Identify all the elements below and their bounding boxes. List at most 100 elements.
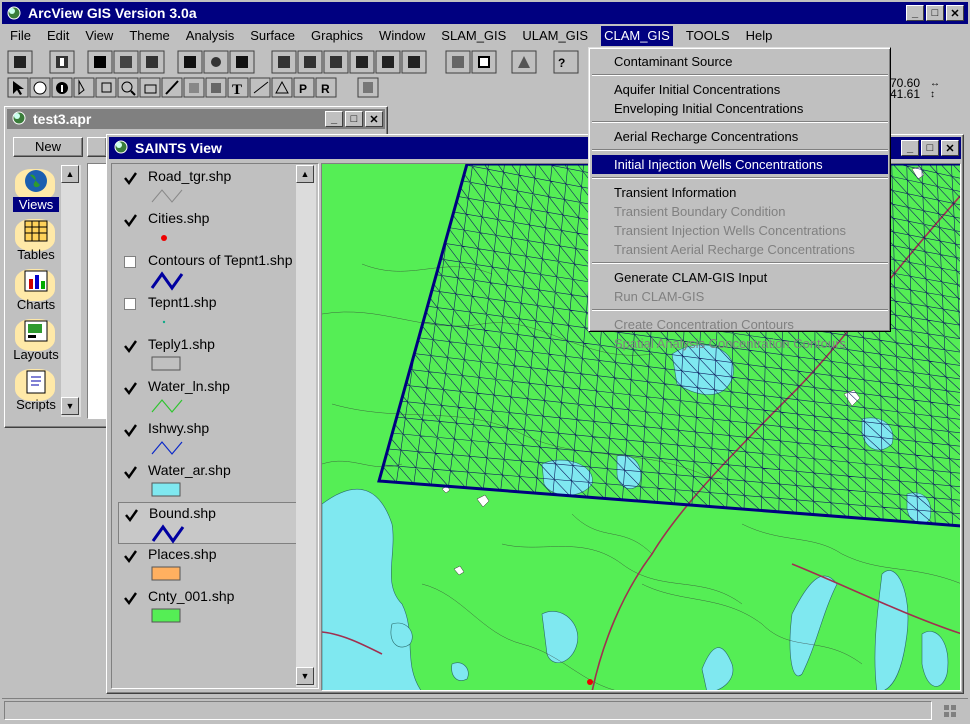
theme-name: Cnty_001.shp xyxy=(148,588,235,604)
theme-row[interactable]: Water_ln.shp xyxy=(118,376,300,418)
menu-ulam-gis[interactable]: ULAM_GIS xyxy=(519,26,591,46)
project-maximize-button[interactable]: □ xyxy=(345,111,363,127)
theme-name: Water_ar.shp xyxy=(148,462,231,478)
theme-name: Road_tgr.shp xyxy=(148,168,232,184)
theme-row[interactable]: Ishwy.shp xyxy=(118,418,300,460)
menu-slam-gis[interactable]: SLAM_GIS xyxy=(438,26,509,46)
theme-symbol-icon xyxy=(150,480,190,503)
theme-visibility-checkbox[interactable] xyxy=(125,509,138,523)
menu-item-transient-injection-wells-concentrations[interactable]: Transient Injection Wells Concentrations xyxy=(592,221,888,240)
theme-visibility-checkbox[interactable] xyxy=(124,382,137,396)
tool-bar: T P R xyxy=(6,77,386,99)
open-button[interactable] xyxy=(87,137,107,157)
theme-name: Bound.shp xyxy=(149,505,216,521)
theme-row[interactable]: Cnty_001.shp xyxy=(118,586,300,628)
theme-symbol-icon xyxy=(150,396,190,419)
theme-row[interactable]: Places.shp xyxy=(118,544,300,586)
menu-clam-gis[interactable]: CLAM_GIS xyxy=(601,26,673,46)
charts-icon xyxy=(24,270,48,292)
theme-row[interactable]: Road_tgr.shp xyxy=(118,166,300,208)
button-bar: ? xyxy=(6,49,586,75)
button-bar-icons[interactable]: ? xyxy=(6,49,586,75)
menu-item-contaminant-source[interactable]: Contaminant Source xyxy=(592,52,888,71)
theme-row[interactable]: Tepnt1.shp xyxy=(118,292,300,334)
menu-separator xyxy=(592,262,888,264)
theme-visibility-checkbox[interactable] xyxy=(124,424,137,438)
theme-name: Tepnt1.shp xyxy=(148,294,217,310)
theme-row[interactable]: Teply1.shp xyxy=(118,334,300,376)
menu-separator xyxy=(592,149,888,151)
menu-item-generate-clam-gis-input[interactable]: Generate CLAM-GIS Input xyxy=(592,268,888,287)
view-icon xyxy=(113,139,129,158)
menu-graphics[interactable]: Graphics xyxy=(308,26,366,46)
tool-bar-icons[interactable]: T P R xyxy=(6,77,386,99)
menu-tools[interactable]: TOOLS xyxy=(683,26,733,46)
menu-item-run-clam-gis[interactable]: Run CLAM-GIS xyxy=(592,287,888,306)
theme-row[interactable]: Contours of Tepnt1.shp xyxy=(118,250,300,292)
menu-item-transient-boundary-condition[interactable]: Transient Boundary Condition xyxy=(592,202,888,221)
theme-symbol-icon xyxy=(150,354,190,377)
menu-item-aerial-recharge-concentrations[interactable]: Aerial Recharge Concentrations xyxy=(592,127,888,146)
menu-edit[interactable]: Edit xyxy=(44,26,72,46)
menu-item-enveloping-initial-concentrations[interactable]: Enveloping Initial Concentrations xyxy=(592,99,888,118)
doc-type-scripts[interactable]: Scripts xyxy=(13,363,59,413)
theme-visibility-checkbox[interactable] xyxy=(124,466,137,480)
status-text xyxy=(4,701,932,720)
menu-item-aquifer-initial-concentrations[interactable]: Aquifer Initial Concentrations xyxy=(592,80,888,99)
theme-visibility-checkbox[interactable] xyxy=(124,592,137,606)
theme-visibility-checkbox[interactable] xyxy=(124,550,137,564)
menu-item-spatial-analysis-concentration-contours[interactable]: Spatial Analysis Concentration Contours xyxy=(592,334,888,353)
doc-type-label: Charts xyxy=(16,297,56,312)
menu-window[interactable]: Window xyxy=(376,26,428,46)
doc-list[interactable] xyxy=(87,163,107,419)
coord-y: 41.61 xyxy=(890,87,921,101)
menu-analysis[interactable]: Analysis xyxy=(183,26,237,46)
new-button[interactable]: New xyxy=(13,137,83,157)
toc-scrollbar[interactable]: ▲ ▼ xyxy=(296,165,316,687)
theme-row[interactable]: Cities.shp xyxy=(118,208,300,250)
doc-type-charts[interactable]: Charts xyxy=(13,263,59,313)
svg-text:?: ? xyxy=(558,56,565,70)
doc-type-label: Tables xyxy=(17,247,55,262)
theme-name: Places.shp xyxy=(148,546,217,562)
theme-row[interactable]: Bound.shp xyxy=(118,502,300,544)
view-minimize-button[interactable]: _ xyxy=(901,140,919,156)
menu-item-transient-information[interactable]: Transient Information xyxy=(592,183,888,202)
menu-file[interactable]: File xyxy=(7,26,34,46)
menu-item-initial-injection-wells-concentrations[interactable]: Initial Injection Wells Concentrations xyxy=(592,155,888,174)
doc-type-label: Views xyxy=(13,197,59,212)
menu-separator xyxy=(592,74,888,76)
view-title: SAINTS View xyxy=(135,140,222,156)
menu-item-transient-aerial-recharge-concentrations[interactable]: Transient Aerial Recharge Concentrations xyxy=(592,240,888,259)
menu-help[interactable]: Help xyxy=(743,26,776,46)
theme-visibility-checkbox[interactable] xyxy=(124,340,137,354)
minimize-button[interactable]: _ xyxy=(906,5,924,21)
menu-surface[interactable]: Surface xyxy=(247,26,298,46)
project-close-button[interactable]: ✕ xyxy=(365,111,383,127)
view-maximize-button[interactable]: □ xyxy=(921,140,939,156)
menu-separator xyxy=(592,121,888,123)
theme-visibility-checkbox[interactable] xyxy=(124,214,137,228)
menu-separator xyxy=(592,309,888,311)
theme-symbol-icon xyxy=(150,228,190,251)
theme-visibility-checkbox[interactable] xyxy=(124,172,137,186)
theme-name: Cities.shp xyxy=(148,210,210,226)
theme-visibility-checkbox[interactable] xyxy=(124,298,137,311)
theme-visibility-checkbox[interactable] xyxy=(124,256,137,269)
view-close-button[interactable]: ✕ xyxy=(941,140,959,156)
menu-theme[interactable]: Theme xyxy=(126,26,172,46)
doc-list-scrollbar[interactable]: ▲ ▼ xyxy=(61,165,81,417)
svg-text:T: T xyxy=(232,82,242,98)
resize-grip-icon[interactable] xyxy=(942,703,960,719)
theme-row[interactable]: Water_ar.shp xyxy=(118,460,300,502)
close-button[interactable]: ✕ xyxy=(946,5,964,21)
doc-type-views[interactable]: Views xyxy=(13,163,59,213)
menu-item-create-concentration-contours[interactable]: Create Concentration Contours xyxy=(592,315,888,334)
maximize-button[interactable]: □ xyxy=(926,5,944,21)
project-minimize-button[interactable]: _ xyxy=(325,111,343,127)
doc-type-tables[interactable]: Tables xyxy=(13,213,59,263)
menu-view[interactable]: View xyxy=(82,26,116,46)
theme-symbol-icon xyxy=(150,606,190,629)
theme-symbol-icon xyxy=(150,564,190,587)
doc-type-layouts[interactable]: Layouts xyxy=(13,313,59,363)
